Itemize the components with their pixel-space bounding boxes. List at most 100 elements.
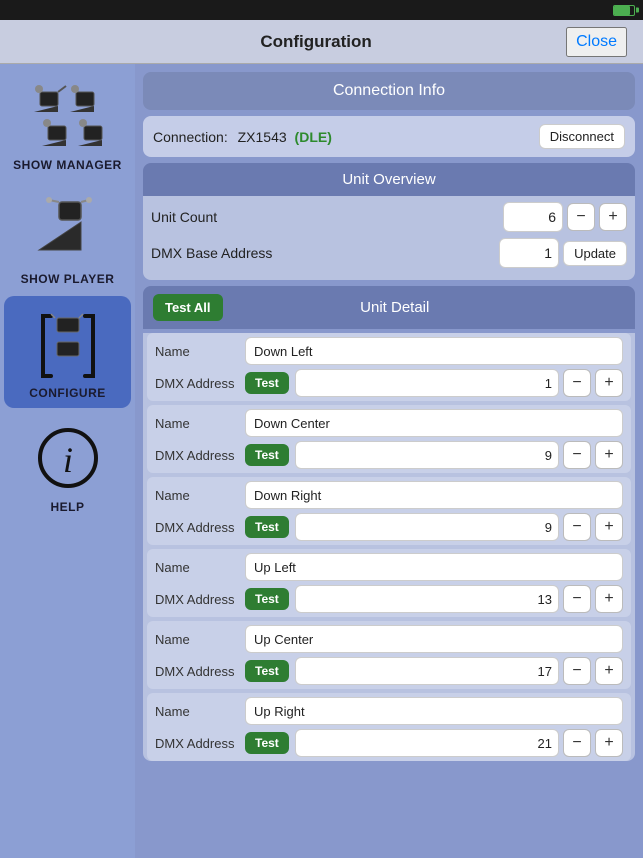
unit-name-input[interactable] (245, 481, 623, 509)
dmx-plus-button[interactable]: + (595, 369, 623, 397)
unit-name-input[interactable] (245, 337, 623, 365)
test-all-button[interactable]: Test All (153, 294, 223, 321)
dmx-address-input[interactable] (295, 369, 559, 397)
unit-count-plus-button[interactable]: + (599, 203, 627, 231)
sidebar: SHOW MANAGER SHOW PLAYER (0, 64, 135, 858)
disconnect-button[interactable]: Disconnect (539, 124, 625, 149)
test-button[interactable]: Test (245, 516, 289, 538)
name-label: Name (155, 488, 245, 503)
dmx-address-input[interactable] (295, 441, 559, 469)
dmx-base-address-row: DMX Base Address Update (151, 238, 627, 268)
dmx-address-input[interactable] (295, 513, 559, 541)
unit-card: Name DMX Address Test − + (147, 549, 631, 617)
unit-card: Name DMX Address Test − + (147, 405, 631, 473)
dmx-minus-button[interactable]: − (563, 513, 591, 541)
status-bar (0, 0, 643, 20)
dmx-address-row: DMX Address Test − + (155, 369, 623, 397)
unit-name-input[interactable] (245, 409, 623, 437)
connection-id: ZX1543 (238, 129, 287, 145)
connection-info-button[interactable]: Connection Info (143, 72, 635, 110)
update-button[interactable]: Update (563, 241, 627, 266)
unit-detail-title: Unit Detail (235, 299, 625, 316)
sidebar-item-show-player-label: SHOW PLAYER (21, 272, 115, 286)
sidebar-item-show-manager[interactable]: SHOW MANAGER (4, 68, 131, 180)
dmx-minus-button[interactable]: − (563, 369, 591, 397)
dmx-label: DMX Address (155, 448, 245, 463)
dmx-base-address-label: DMX Base Address (151, 245, 499, 261)
unit-count-label: Unit Count (151, 209, 503, 225)
right-panel: Connection Info Connection: ZX1543 (DLE)… (135, 64, 643, 858)
unit-overview-body: Unit Count − + DMX Base Address Update (143, 196, 635, 280)
show-manager-icon (28, 76, 108, 156)
unit-card: Name DMX Address Test − + (147, 621, 631, 689)
unit-name-row: Name (155, 409, 623, 437)
name-label: Name (155, 560, 245, 575)
dmx-address-row: DMX Address Test − + (155, 729, 623, 757)
svg-text:i: i (62, 440, 72, 480)
dmx-label: DMX Address (155, 520, 245, 535)
unit-name-input[interactable] (245, 553, 623, 581)
unit-name-input[interactable] (245, 697, 623, 725)
sidebar-item-help[interactable]: i HELP (4, 410, 131, 522)
dmx-minus-button[interactable]: − (563, 729, 591, 757)
connection-prefix: Connection: ZX1543 (DLE) (153, 129, 539, 145)
connection-row: Connection: ZX1543 (DLE) Disconnect (143, 116, 635, 157)
unit-overview-header: Unit Overview (143, 163, 635, 196)
dmx-plus-button[interactable]: + (595, 729, 623, 757)
dmx-label: DMX Address (155, 376, 245, 391)
unit-detail-body: Name DMX Address Test − + Name DMX Addre… (143, 333, 635, 761)
sidebar-item-help-label: HELP (50, 500, 84, 514)
test-button[interactable]: Test (245, 660, 289, 682)
dmx-plus-button[interactable]: + (595, 657, 623, 685)
dmx-address-input[interactable] (295, 585, 559, 613)
unit-name-row: Name (155, 625, 623, 653)
unit-overview-section: Unit Overview Unit Count − + DMX Base Ad… (143, 163, 635, 280)
dmx-address-row: DMX Address Test − + (155, 441, 623, 469)
test-button[interactable]: Test (245, 444, 289, 466)
top-nav: Configuration Close (0, 20, 643, 64)
unit-card: Name DMX Address Test − + (147, 477, 631, 545)
unit-detail-section: Test All Unit Detail Name DMX Address Te… (143, 286, 635, 761)
dmx-address-row: DMX Address Test − + (155, 513, 623, 541)
dmx-plus-button[interactable]: + (595, 441, 623, 469)
dmx-plus-button[interactable]: + (595, 585, 623, 613)
test-button[interactable]: Test (245, 588, 289, 610)
name-label: Name (155, 632, 245, 647)
close-button[interactable]: Close (566, 27, 627, 57)
dmx-minus-button[interactable]: − (563, 585, 591, 613)
show-player-icon (28, 190, 108, 270)
configure-icon (28, 304, 108, 384)
unit-name-input[interactable] (245, 625, 623, 653)
dmx-minus-button[interactable]: − (563, 657, 591, 685)
dmx-minus-button[interactable]: − (563, 441, 591, 469)
dmx-address-row: DMX Address Test − + (155, 585, 623, 613)
dmx-label: DMX Address (155, 592, 245, 607)
sidebar-item-show-player[interactable]: SHOW PLAYER (4, 182, 131, 294)
unit-count-input[interactable] (503, 202, 563, 232)
dmx-plus-button[interactable]: + (595, 513, 623, 541)
connection-status: (DLE) (295, 129, 332, 145)
dmx-address-input[interactable] (295, 729, 559, 757)
help-icon: i (28, 418, 108, 498)
dmx-label: DMX Address (155, 736, 245, 751)
unit-name-row: Name (155, 481, 623, 509)
name-label: Name (155, 704, 245, 719)
unit-card: Name DMX Address Test − + (147, 333, 631, 401)
unit-count-row: Unit Count − + (151, 202, 627, 232)
unit-card: Name DMX Address Test − + (147, 693, 631, 761)
sidebar-item-configure[interactable]: CONFIGURE (4, 296, 131, 408)
battery-icon (613, 5, 635, 16)
page-title: Configuration (260, 32, 371, 52)
dmx-address-input[interactable] (295, 657, 559, 685)
name-label: Name (155, 344, 245, 359)
test-button[interactable]: Test (245, 372, 289, 394)
dmx-base-address-input[interactable] (499, 238, 559, 268)
test-button[interactable]: Test (245, 732, 289, 754)
unit-name-row: Name (155, 337, 623, 365)
unit-name-row: Name (155, 697, 623, 725)
unit-count-minus-button[interactable]: − (567, 203, 595, 231)
dmx-address-row: DMX Address Test − + (155, 657, 623, 685)
unit-name-row: Name (155, 553, 623, 581)
sidebar-item-show-manager-label: SHOW MANAGER (13, 158, 122, 172)
sidebar-item-configure-label: CONFIGURE (29, 386, 106, 400)
